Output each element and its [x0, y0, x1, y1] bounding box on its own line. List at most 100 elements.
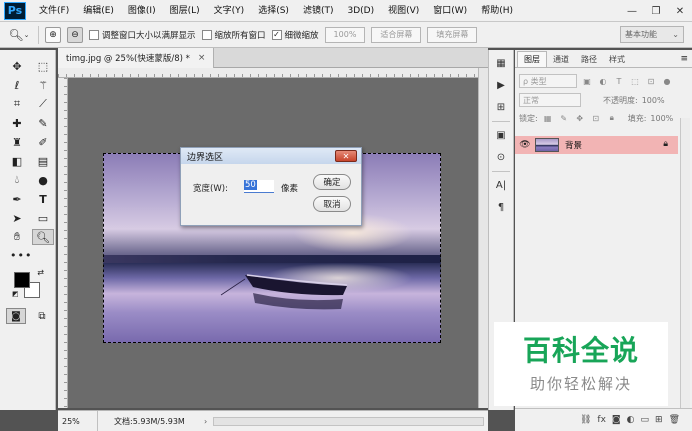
adjustment-icon[interactable]: ◐ [627, 415, 635, 425]
cancel-button[interactable]: 取消 [313, 196, 351, 212]
dialog-titlebar[interactable]: 边界选区 ✕ [181, 148, 361, 164]
clone-source-button[interactable]: ⊙ [491, 148, 511, 166]
new-layer-icon[interactable]: ⊞ [655, 415, 663, 425]
menu-help[interactable]: 帮助(H) [474, 0, 520, 22]
menu-window[interactable]: 窗口(W) [426, 0, 474, 22]
zoom-all-windows-checkbox[interactable]: 缩放所有窗口 [201, 29, 266, 41]
menu-file[interactable]: 文件(F) [32, 0, 76, 22]
fill-value[interactable]: 100% [650, 114, 673, 123]
menu-edit[interactable]: 编辑(E) [76, 0, 121, 22]
foreground-color-swatch[interactable] [14, 272, 30, 288]
close-document-icon[interactable]: × [198, 53, 206, 63]
menu-type[interactable]: 文字(Y) [207, 0, 252, 22]
tab-channels[interactable]: 通道 [547, 51, 575, 67]
zoom-100-button[interactable]: 100% [324, 26, 366, 43]
fx-icon[interactable]: fx [597, 415, 606, 425]
paragraph-panel-button[interactable]: ¶ [491, 198, 511, 216]
tab-layers[interactable]: 图层 [517, 51, 547, 67]
link-icon[interactable]: ⛓ [580, 415, 591, 425]
fill-screen-button[interactable]: 填充屏幕 [427, 26, 478, 43]
filter-type-icon[interactable]: T [613, 75, 625, 87]
type-tool[interactable]: T [32, 191, 54, 207]
lasso-tool[interactable]: ℓ [6, 77, 28, 93]
panel-menu-icon[interactable]: ≡ [680, 54, 688, 64]
filter-toggle-icon[interactable]: ● [661, 75, 673, 87]
healing-brush-tool[interactable]: ✚ [6, 115, 28, 131]
lock-artboard-icon[interactable]: ⊡ [590, 112, 602, 124]
play-actions-button[interactable]: ▶ [491, 76, 511, 94]
move-tool[interactable]: ✥ [6, 58, 28, 74]
lock-all-icon[interactable]: 🔒︎ [606, 112, 618, 124]
tab-styles[interactable]: 样式 [603, 51, 631, 67]
dialog-close-button[interactable]: ✕ [335, 150, 357, 162]
screen-mode-button[interactable]: ⧉ [32, 308, 52, 324]
zoom-tool[interactable]: 🔍︎ [32, 229, 54, 245]
filter-smart-object-icon[interactable]: ⊡ [645, 75, 657, 87]
default-colors-icon[interactable]: ◩ [12, 290, 19, 298]
blend-mode-select[interactable]: 正常 [519, 93, 581, 107]
layers-scrollbar[interactable] [680, 118, 690, 408]
width-input[interactable]: 50 [244, 180, 274, 193]
document-tab[interactable]: timg.jpg @ 25%(快速蒙版/8) * × [58, 48, 215, 68]
lock-transparent-icon[interactable]: ▦ [542, 112, 554, 124]
workspace-select[interactable]: 基本功能 ⌄ [620, 26, 684, 43]
zoom-tool-preset-picker[interactable]: 🔍︎ ⌄ [6, 25, 32, 45]
menu-select[interactable]: 选择(S) [251, 0, 296, 22]
edit-toolbar-button[interactable]: ••• [0, 249, 55, 262]
menu-filter[interactable]: 滤镜(T) [296, 0, 341, 22]
minimize-button[interactable]: — [620, 0, 644, 22]
zoom-out-button[interactable]: ⊖ [67, 26, 83, 43]
history-panel-button[interactable]: ▦ [491, 54, 511, 72]
blur-tool[interactable]: 💧︎ [6, 172, 28, 188]
zoom-level-field[interactable]: 25% [58, 410, 98, 431]
canvas-area[interactable]: 边界选区 ✕ 宽度(W): 50 像素 确定 取消 [68, 78, 478, 408]
dodge-tool[interactable]: ● [32, 172, 54, 188]
menu-image[interactable]: 图像(I) [121, 0, 163, 22]
brush-tool[interactable]: ✎ [32, 115, 54, 131]
magic-wand-tool[interactable]: ⚚ [32, 77, 54, 93]
fit-screen-button[interactable]: 适合屏幕 [371, 26, 422, 43]
canvas-horizontal-scrollbar[interactable] [213, 416, 484, 426]
menu-3d[interactable]: 3D(D) [340, 0, 381, 22]
shape-tool[interactable]: ▭ [32, 210, 54, 226]
filter-shape-icon[interactable]: ⬚ [629, 75, 641, 87]
eye-icon[interactable]: 👁︎ [515, 140, 535, 150]
opacity-label: 不透明度: [603, 95, 638, 105]
path-selection-tool[interactable]: ➤ [6, 210, 28, 226]
eyedropper-tool[interactable]: ⟋ [32, 96, 54, 112]
crop-tool[interactable]: ⌗ [6, 96, 28, 112]
hand-tool[interactable]: ✋︎ [6, 229, 28, 245]
filter-pixel-icon[interactable]: ▣ [581, 75, 593, 87]
tab-paths[interactable]: 路径 [575, 51, 603, 67]
lock-image-icon[interactable]: ✎ [558, 112, 570, 124]
gradient-tool[interactable]: ▤ [32, 153, 54, 169]
quick-mask-button[interactable]: ◙ [6, 308, 26, 324]
canvas-vertical-scrollbar[interactable] [478, 68, 488, 408]
swap-colors-icon[interactable]: ⇄ [37, 268, 44, 277]
character-panel-button[interactable]: A| [491, 176, 511, 194]
layer-filter-select[interactable]: ρ 类型 [519, 74, 577, 88]
menu-layer[interactable]: 图层(L) [163, 0, 207, 22]
lock-position-icon[interactable]: ✥ [574, 112, 586, 124]
mask-icon[interactable]: ◙ [612, 415, 621, 425]
zoom-in-button[interactable]: ⊕ [45, 26, 61, 43]
clone-stamp-tool[interactable]: ♜ [6, 134, 28, 150]
close-window-button[interactable]: ✕ [668, 0, 692, 22]
opacity-value[interactable]: 100% [642, 96, 665, 105]
resize-windows-checkbox[interactable]: 调整窗口大小以满屏显示 [89, 29, 196, 41]
status-menu-arrow[interactable]: › [198, 417, 213, 426]
pen-tool[interactable]: ✒ [6, 191, 28, 207]
group-icon[interactable]: ▭ [641, 415, 650, 425]
brush-presets-button[interactable]: ▣ [491, 126, 511, 144]
eraser-tool[interactable]: ◧ [6, 153, 28, 169]
properties-panel-button[interactable]: ⊞ [491, 98, 511, 116]
ok-button[interactable]: 确定 [313, 174, 351, 190]
menu-view[interactable]: 视图(V) [381, 0, 426, 22]
trash-icon[interactable]: 🗑︎ [669, 415, 680, 425]
restore-button[interactable]: ❐ [644, 0, 668, 22]
layer-row[interactable]: 👁︎ 背景 🔒︎ [515, 136, 678, 154]
scrubby-zoom-checkbox[interactable]: ✓ 细微缩放 [271, 29, 319, 41]
filter-adjustment-icon[interactable]: ◐ [597, 75, 609, 87]
marquee-tool[interactable]: ⬚ [32, 58, 54, 74]
history-brush-tool[interactable]: ✐ [32, 134, 54, 150]
